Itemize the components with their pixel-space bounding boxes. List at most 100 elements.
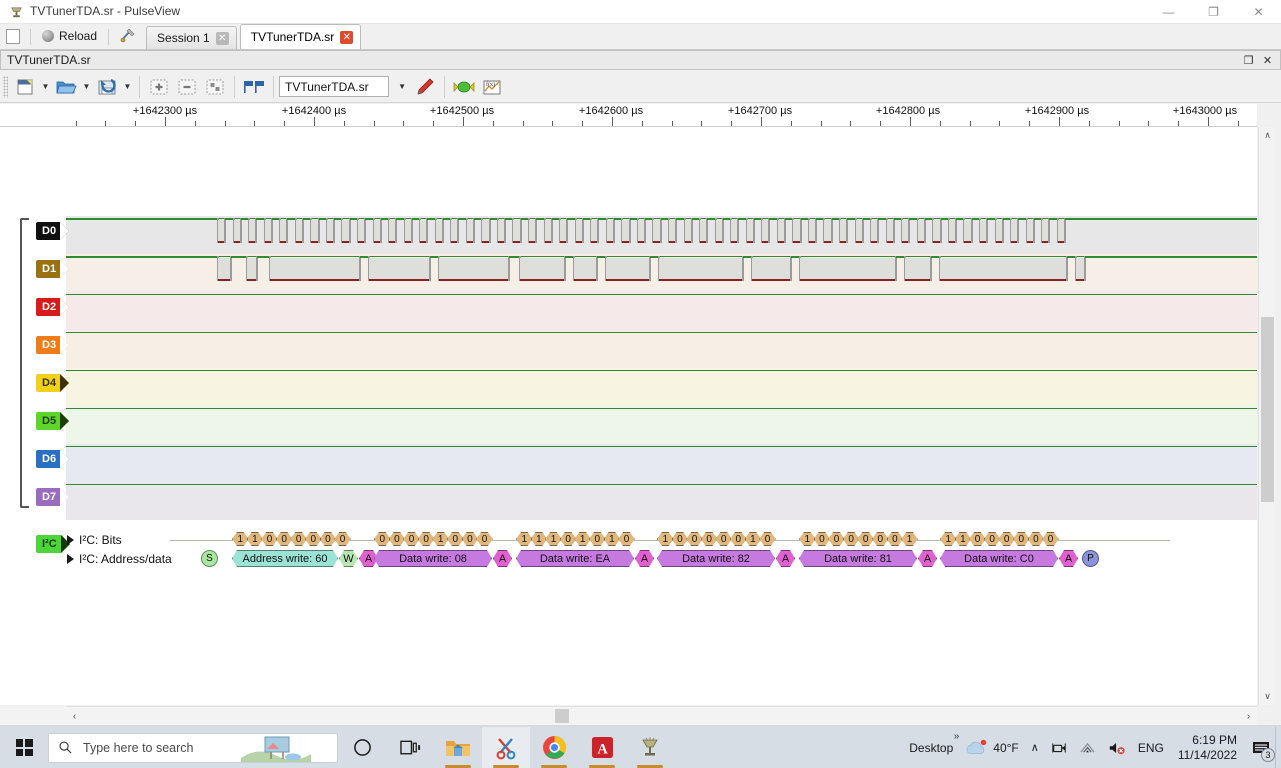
decoder-bit[interactable]: 1 <box>799 532 816 546</box>
camera-tray-item[interactable] <box>1045 727 1073 768</box>
decoder-bit[interactable]: 0 <box>560 532 577 546</box>
zoom-out-button[interactable] <box>173 74 201 100</box>
decoder-bit[interactable]: 1 <box>545 532 562 546</box>
decoder-stop-marker[interactable]: P <box>1082 550 1099 567</box>
decoder-bit[interactable]: 0 <box>686 532 703 546</box>
decoder-bit[interactable]: 0 <box>403 532 420 546</box>
scroll-down-button[interactable]: ∨ <box>1259 688 1276 705</box>
decoder-bit[interactable]: 1 <box>432 532 449 546</box>
decoder-bit[interactable]: 0 <box>261 532 278 546</box>
scroll-right-button[interactable]: › <box>1240 707 1257 725</box>
scroll-up-button[interactable]: ∧ <box>1259 127 1276 144</box>
decoder-bit[interactable]: 0 <box>462 532 479 546</box>
channel-label-d1[interactable]: D1 <box>36 260 60 278</box>
tab-session-1[interactable]: Session 1 ✕ <box>146 26 237 49</box>
decoder-bit[interactable]: 0 <box>701 532 718 546</box>
decoder-bit[interactable]: 0 <box>759 532 776 546</box>
decoder-bit[interactable]: 0 <box>589 532 606 546</box>
decoder-ack-marker[interactable]: A <box>776 550 795 567</box>
vertical-scrollbar[interactable]: ∧ ∨ <box>1258 127 1275 705</box>
scroll-left-button[interactable]: ‹ <box>66 707 83 725</box>
decoder-bit[interactable]: 1 <box>745 532 762 546</box>
decoder-data-packet[interactable]: Data write: 81 <box>799 550 917 567</box>
decoder-bit[interactable]: 0 <box>1028 532 1045 546</box>
weather-widget[interactable]: 40°F <box>959 727 1024 768</box>
tray-expand-button[interactable]: ∧ <box>1025 727 1045 768</box>
decoder-ack-marker[interactable]: A <box>493 550 512 567</box>
reload-button[interactable]: Reload <box>35 25 104 47</box>
decoder-data-packet[interactable]: Data write: EA <box>516 550 634 567</box>
channel-label-d6[interactable]: D6 <box>36 450 60 468</box>
decoder-bit[interactable]: 0 <box>984 532 1001 546</box>
decoder-expand-arrow-1[interactable] <box>67 554 74 564</box>
channel-group-bracket[interactable] <box>20 218 29 508</box>
taskbar-acrobat-reader[interactable]: A <box>578 727 626 768</box>
decoder-bit[interactable]: 0 <box>715 532 732 546</box>
decoder-bit[interactable]: 1 <box>516 532 533 546</box>
taskbar-snipping-tool[interactable] <box>482 727 530 768</box>
subwindow-restore-button[interactable]: ❐ <box>1241 53 1256 68</box>
tab-close-icon[interactable]: ✕ <box>340 31 353 44</box>
decoder-bit[interactable]: 1 <box>247 532 264 546</box>
decoder-bit[interactable]: 0 <box>872 532 889 546</box>
decoder-bit[interactable]: 0 <box>1013 532 1030 546</box>
maximize-button[interactable]: ❐ <box>1191 0 1236 24</box>
subwindow-close-button[interactable]: ✕ <box>1260 53 1275 68</box>
search-input[interactable]: Type here to search <box>48 733 338 763</box>
open-file-dropdown[interactable]: ▼ <box>80 74 93 100</box>
decoder-bit[interactable]: 0 <box>476 532 493 546</box>
probe-button[interactable] <box>411 74 439 100</box>
decoder-ack-marker[interactable]: A <box>918 550 937 567</box>
save-file-button[interactable] <box>93 74 121 100</box>
tools-button[interactable] <box>113 25 143 47</box>
decoder-bit[interactable]: 0 <box>290 532 307 546</box>
decoder-bit[interactable]: 0 <box>814 532 831 546</box>
taskbar-chrome[interactable] <box>530 727 578 768</box>
decoder-bit[interactable]: 0 <box>334 532 351 546</box>
time-ruler[interactable]: +1642300 µs+1642400 µs+1642500 µs+164260… <box>66 104 1257 126</box>
chevron-down-icon[interactable]: ▼ <box>398 82 406 91</box>
minimize-button[interactable]: — <box>1146 0 1191 24</box>
channel-label-d5[interactable]: D5 <box>36 412 60 430</box>
show-desktop-button[interactable] <box>1275 727 1281 768</box>
channel-label-d4[interactable]: D4 <box>36 374 60 392</box>
decoder-rw-marker[interactable]: W <box>339 550 358 567</box>
open-file-button[interactable] <box>52 74 80 100</box>
channel-label-d7[interactable]: D7 <box>36 488 60 506</box>
decoder-start-marker[interactable]: S <box>201 550 218 567</box>
tab-close-icon[interactable]: ✕ <box>216 32 229 45</box>
zoom-in-button[interactable] <box>145 74 173 100</box>
decoder-bit[interactable]: 0 <box>418 532 435 546</box>
channel-label-d2[interactable]: D2 <box>36 298 60 316</box>
decoder-bit[interactable]: 1 <box>657 532 674 546</box>
task-view-button[interactable] <box>386 727 434 768</box>
taskbar-file-explorer[interactable] <box>434 727 482 768</box>
network-tray-item[interactable] <box>1073 727 1102 768</box>
decoder-ack-marker[interactable]: A <box>635 550 654 567</box>
taskbar-pulseview[interactable] <box>626 727 674 768</box>
decoder-bit[interactable]: 0 <box>320 532 337 546</box>
decoder-bit[interactable]: 1 <box>955 532 972 546</box>
desktop-label-item[interactable]: Desktop » <box>903 727 959 768</box>
decoder-bit[interactable]: 0 <box>730 532 747 546</box>
decoder-address-packet[interactable]: Address write: 60 <box>232 550 338 567</box>
decoder-bit[interactable]: 0 <box>843 532 860 546</box>
decoder-bit[interactable]: 0 <box>887 532 904 546</box>
decoder-bit[interactable]: 1 <box>531 532 548 546</box>
close-button[interactable]: ✕ <box>1236 0 1281 24</box>
decoder-expand-arrow-0[interactable] <box>67 535 74 545</box>
decoder-data-packet[interactable]: Data write: 82 <box>657 550 775 567</box>
decoder-bit[interactable]: 0 <box>447 532 464 546</box>
decoder-bit[interactable]: 1 <box>604 532 621 546</box>
start-button[interactable] <box>0 727 48 768</box>
decoder-bit[interactable]: 0 <box>276 532 293 546</box>
clock[interactable]: 6:19 PM 11/14/2022 <box>1170 733 1245 763</box>
trigger-flags-button[interactable] <box>240 74 268 100</box>
decoder-data-packet[interactable]: Data write: C0 <box>940 550 1058 567</box>
decoder-data-packet[interactable]: Data write: 08 <box>374 550 492 567</box>
vertical-scroll-thumb[interactable] <box>1261 317 1274 502</box>
notifications-button[interactable]: 3 <box>1245 727 1277 768</box>
decoder-bit[interactable]: 1 <box>574 532 591 546</box>
decoder-bit[interactable]: 0 <box>857 532 874 546</box>
save-file-dropdown[interactable]: ▼ <box>121 74 134 100</box>
